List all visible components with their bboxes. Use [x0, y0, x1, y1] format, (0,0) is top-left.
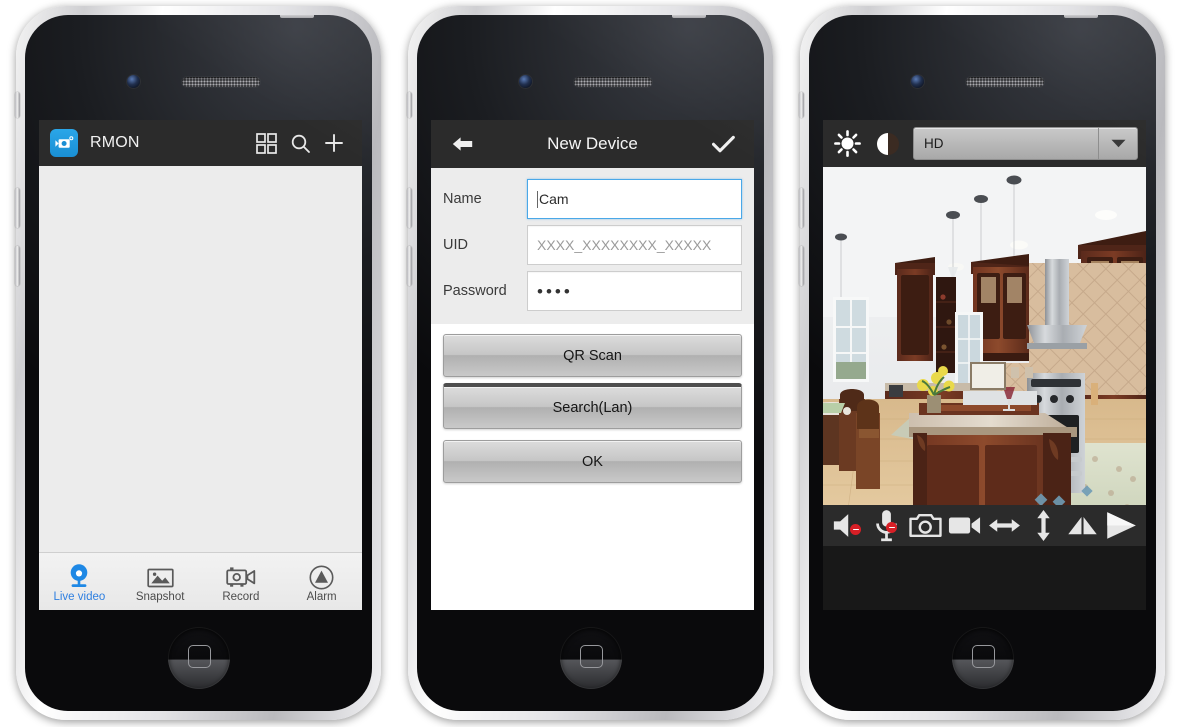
pan-horizontal-icon[interactable] [988, 509, 1021, 542]
tab-live-video[interactable]: Live video [39, 553, 120, 610]
phone-body: New Device Name Cam UID XXXX_XXXXXXXX_XX… [417, 15, 764, 711]
mute-badge [850, 524, 861, 535]
camcorder-icon [226, 560, 256, 590]
search-icon[interactable] [283, 126, 317, 160]
uid-input[interactable]: XXXX_XXXXXXXX_XXXXX [527, 225, 742, 265]
text-caret [537, 190, 538, 208]
volume-up-button[interactable] [799, 188, 804, 228]
power-button[interactable] [280, 15, 314, 18]
tab-record[interactable]: Record [201, 553, 282, 610]
mute-switch[interactable] [15, 92, 20, 118]
chevron-down-icon [1098, 128, 1137, 159]
field-label: UID [443, 237, 468, 253]
app-header: RMON [39, 120, 362, 166]
password-input[interactable]: •••• [527, 271, 742, 311]
qr-scan-button[interactable]: QR Scan [443, 334, 742, 377]
phone-device-list: RMON Live video Snapshot Record Alarm [15, 6, 381, 720]
power-button[interactable] [672, 15, 706, 18]
field-value: •••• [537, 281, 573, 301]
contrast-icon[interactable] [872, 128, 904, 160]
field-placeholder: XXXX_XXXXXXXX_XXXXX [537, 237, 712, 253]
plus-icon[interactable] [317, 126, 351, 160]
device-form: Name Cam UID XXXX_XXXXXXXX_XXXXX Passwor… [431, 168, 754, 324]
field-label: Password [443, 283, 507, 299]
home-button[interactable] [559, 627, 622, 689]
microphone-mute-icon[interactable] [870, 509, 903, 542]
phone-body: HD [809, 15, 1156, 711]
volume-down-button[interactable] [799, 246, 804, 286]
live-video-feed[interactable] [823, 167, 1146, 546]
kitchen-scene [823, 167, 1146, 546]
tilt-vertical-icon[interactable] [1027, 509, 1060, 542]
tab-label: Snapshot [135, 590, 185, 603]
volume-up-button[interactable] [407, 188, 412, 228]
mute-switch[interactable] [799, 92, 804, 118]
video-settings-bar: HD [823, 120, 1146, 167]
phone2-screen: New Device Name Cam UID XXXX_XXXXXXXX_XX… [431, 120, 754, 610]
brightness-sun-icon[interactable] [831, 128, 863, 160]
tab-snapshot[interactable]: Snapshot [120, 553, 201, 610]
front-camera-icon [127, 75, 140, 88]
video-control-bar [823, 505, 1146, 546]
tab-alarm[interactable]: Alarm [281, 553, 362, 610]
photo-icon [146, 560, 174, 590]
phone3-screen: HD [823, 120, 1146, 610]
mirror-flip-icon[interactable] [1066, 509, 1099, 542]
volume-down-button[interactable] [407, 246, 412, 286]
phone-new-device: New Device Name Cam UID XXXX_XXXXXXXX_XX… [407, 6, 773, 720]
name-input[interactable]: Cam [527, 179, 742, 219]
tab-label: Live video [53, 590, 106, 603]
form-row-name: Name Cam [431, 176, 754, 222]
form-row-uid: UID XXXX_XXXXXXXX_XXXXX [431, 222, 754, 268]
page-title: New Device [547, 134, 638, 153]
stream-quality-dropdown[interactable]: HD [913, 127, 1138, 160]
volume-up-button[interactable] [15, 188, 20, 228]
screenshot-stage: RMON Live video Snapshot Record Alarm Ne… [0, 0, 1177, 727]
power-button[interactable] [1064, 15, 1098, 18]
volume-down-button[interactable] [15, 246, 20, 286]
phone-live-view: HD [799, 6, 1165, 720]
app-title: RMON [90, 134, 140, 151]
tab-label: Alarm [306, 590, 337, 603]
search-lan-button[interactable]: Search(Lan) [443, 383, 742, 429]
field-value: Cam [539, 191, 569, 207]
new-device-header: New Device [431, 120, 754, 168]
mute-switch[interactable] [407, 92, 412, 118]
ok-button[interactable]: OK [443, 440, 742, 483]
front-camera-icon [911, 75, 924, 88]
form-row-password: Password •••• [431, 268, 754, 314]
home-button[interactable] [167, 627, 230, 689]
earpiece-speaker [574, 77, 652, 87]
back-arrow-icon[interactable] [445, 127, 479, 161]
record-camcorder-icon[interactable] [948, 509, 981, 542]
camcorder-app-icon [50, 129, 78, 157]
warning-icon [309, 560, 334, 590]
checkmark-icon[interactable] [706, 127, 740, 161]
action-buttons: QR Scan Search(Lan) OK [431, 324, 754, 483]
webcam-icon [66, 560, 92, 590]
earpiece-speaker [966, 77, 1044, 87]
device-list-empty [39, 166, 362, 553]
bottom-tab-bar: Live video Snapshot Record Alarm [39, 552, 362, 610]
stream-quality-value: HD [924, 136, 944, 151]
grid-view-icon[interactable] [249, 126, 283, 160]
speaker-mute-icon[interactable] [831, 509, 864, 542]
home-button[interactable] [951, 627, 1014, 689]
flip-play-icon[interactable] [1105, 509, 1138, 542]
tab-label: Record [222, 590, 260, 603]
earpiece-speaker [182, 77, 260, 87]
field-label: Name [443, 191, 482, 207]
snapshot-camera-icon[interactable] [909, 509, 942, 542]
phone1-screen: RMON Live video Snapshot Record Alarm [39, 120, 362, 610]
front-camera-icon [519, 75, 532, 88]
phone-body: RMON Live video Snapshot Record Alarm [25, 15, 372, 711]
